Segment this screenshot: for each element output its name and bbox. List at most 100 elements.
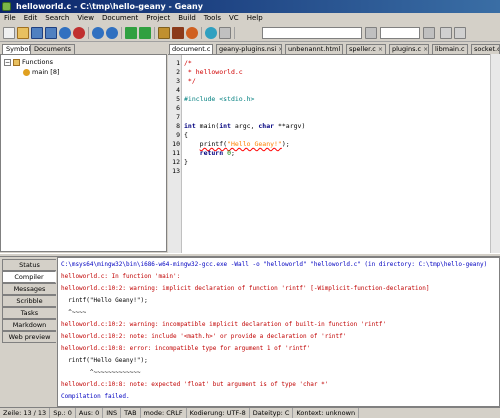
open-folder-icon[interactable] (17, 27, 29, 39)
compiler-output-line[interactable]: Compilation failed. (61, 392, 130, 402)
compiler-output-line[interactable]: C:\msys64\mingw32\bin\i686-w64-mingw32-g… (61, 260, 487, 270)
close-icon[interactable]: × (342, 45, 343, 54)
tab-documents[interactable]: Documents (30, 44, 76, 54)
code-line[interactable]: printf("Hello Geany!"); (184, 140, 290, 149)
doc-tab[interactable]: speller.c × (346, 44, 386, 54)
compiler-output-line[interactable]: helloworld.c:10:2: warning: incompatible… (61, 320, 386, 330)
color-chooser-icon[interactable] (205, 27, 217, 39)
tab-status[interactable]: Status (2, 259, 56, 271)
code-line[interactable]: } (184, 158, 188, 167)
close-icon[interactable]: × (423, 45, 428, 54)
save-icon[interactable] (31, 27, 43, 39)
menu-document[interactable]: Document (98, 13, 142, 24)
line-number: 9 (176, 131, 180, 139)
status-context: Kontext: unknown (293, 408, 360, 418)
nav-back-icon[interactable] (125, 27, 137, 39)
menu-help[interactable]: Help (243, 13, 267, 24)
tab-compiler[interactable]: Compiler (2, 271, 56, 283)
undo-icon[interactable] (92, 27, 104, 39)
preferences-icon[interactable] (440, 27, 452, 39)
compiler-output-line[interactable]: helloworld.c:10:2: warning: implicit dec… (61, 284, 429, 294)
window-titlebar[interactable]: helloworld.c - C:\tmp\hello-geany - Gean… (0, 0, 500, 13)
code-token: /* (184, 59, 192, 67)
line-number: 12 (172, 158, 180, 166)
tree-item-functions[interactable]: − Functions (4, 58, 53, 67)
line-number: 11 (172, 149, 180, 157)
tab-messages[interactable]: Messages (2, 283, 56, 295)
save-all-icon[interactable] (45, 27, 57, 39)
reload-icon[interactable] (59, 27, 71, 39)
code-token: */ (184, 77, 196, 85)
doc-tab[interactable]: unbenannt.html× (285, 44, 343, 54)
tab-web-preview[interactable]: Web preview (2, 331, 56, 343)
status-mode: mode: CRLF (141, 408, 187, 418)
compiler-output-line[interactable]: helloworld.c: In function 'main': (61, 272, 180, 282)
menu-edit[interactable]: Edit (20, 13, 42, 24)
find-icon[interactable] (365, 27, 377, 39)
tree-item-main[interactable]: main [8] (23, 68, 60, 77)
close-icon[interactable]: × (467, 45, 468, 54)
code-line[interactable]: #include <stdio.h> (184, 95, 254, 104)
compiler-output-line[interactable]: ^~~~~~~~~~~~~~ (61, 368, 141, 378)
code-editor[interactable]: 1 2 3 4 5 6 7 8 9 10 11 12 13 /* * helloworld.c */#i… (168, 54, 500, 254)
compiler-output-line[interactable]: helloworld.c:10:8: error: incompatible t… (61, 344, 310, 354)
code-token: int (219, 122, 231, 130)
document-tabs: document.c geany-plugins.nsi× unbenannt.… (167, 43, 500, 54)
doc-tab[interactable]: geany-plugins.nsi× (216, 44, 282, 54)
status-tab: TAB (121, 408, 141, 418)
goto-icon[interactable] (423, 27, 435, 39)
tab-tasks[interactable]: Tasks (2, 307, 56, 319)
tab-markdown-preview[interactable]: Markdown Preview (2, 319, 56, 340)
redo-icon[interactable] (106, 27, 118, 39)
close-file-icon[interactable] (73, 27, 85, 39)
tab-scribble[interactable]: Scribble (2, 295, 56, 307)
doc-tab-label: speller.c (349, 45, 376, 53)
compiler-output-line[interactable]: rintf("Hello Geany!"); (61, 296, 147, 306)
build-icon[interactable] (172, 27, 184, 39)
doc-tab-label: unbenannt.html (288, 45, 341, 53)
menu-view[interactable]: View (73, 13, 98, 24)
close-icon[interactable]: × (378, 45, 384, 54)
doc-tab[interactable]: libmain.c× (432, 44, 468, 54)
doc-tab-label: libmain.c (435, 45, 465, 53)
doc-tab[interactable]: socket.c (471, 44, 500, 54)
execute-icon[interactable] (186, 27, 198, 39)
toolbar-separator (121, 27, 122, 39)
menu-project[interactable]: Project (142, 13, 174, 24)
menu-build[interactable]: Build (174, 13, 200, 24)
toolbar-separator (201, 27, 202, 39)
code-line[interactable]: return 0; (184, 149, 235, 158)
compiler-output-line[interactable]: ^~~~~ (61, 308, 86, 318)
compiler-output-line[interactable]: helloworld.c:10:2: note: include '<math.… (61, 332, 346, 342)
code-token: * helloworld.c (184, 68, 243, 76)
collapse-icon[interactable]: − (4, 58, 11, 66)
search-input[interactable] (262, 27, 362, 39)
statusbar: Zeile: 13 / 13 Sp.: 0 Aus: 0 INS TAB mode: CR… (0, 407, 500, 418)
code-line[interactable]: * helloworld.c (184, 68, 243, 77)
code-token: **argv) (274, 122, 306, 130)
nav-forward-icon[interactable] (139, 27, 151, 39)
compile-icon[interactable] (158, 27, 170, 39)
menu-file[interactable]: File (0, 13, 20, 24)
close-icon[interactable]: × (278, 45, 281, 54)
menu-search[interactable]: Search (41, 13, 73, 24)
menu-vc[interactable]: VC (225, 13, 243, 24)
code-line[interactable]: */ (184, 77, 196, 86)
code-line[interactable]: /* (184, 59, 192, 68)
goto-line-input[interactable] (380, 27, 420, 39)
toolbar-separator (88, 27, 89, 39)
editor-scrollbar[interactable] (490, 54, 500, 253)
new-file-icon[interactable] (3, 27, 15, 39)
doc-tab[interactable]: document.c (169, 44, 213, 54)
code-line[interactable]: int main(int argc, char **argv) (184, 122, 305, 131)
quit-icon[interactable] (454, 27, 466, 39)
code-line[interactable]: { (184, 131, 188, 140)
zoom-icon[interactable] (219, 27, 231, 39)
compiler-output-line[interactable]: rintf("Hello Geany!"); (61, 356, 147, 366)
compiler-output-line[interactable]: helloworld.c:10:8: note: expected 'float… (61, 380, 328, 390)
message-window-tabs: Status Compiler Messages Scribble Tasks Markd… (0, 257, 57, 407)
doc-tab[interactable]: plugins.c × (389, 44, 429, 54)
menu-tools[interactable]: Tools (200, 13, 225, 24)
folder-icon (13, 58, 20, 66)
